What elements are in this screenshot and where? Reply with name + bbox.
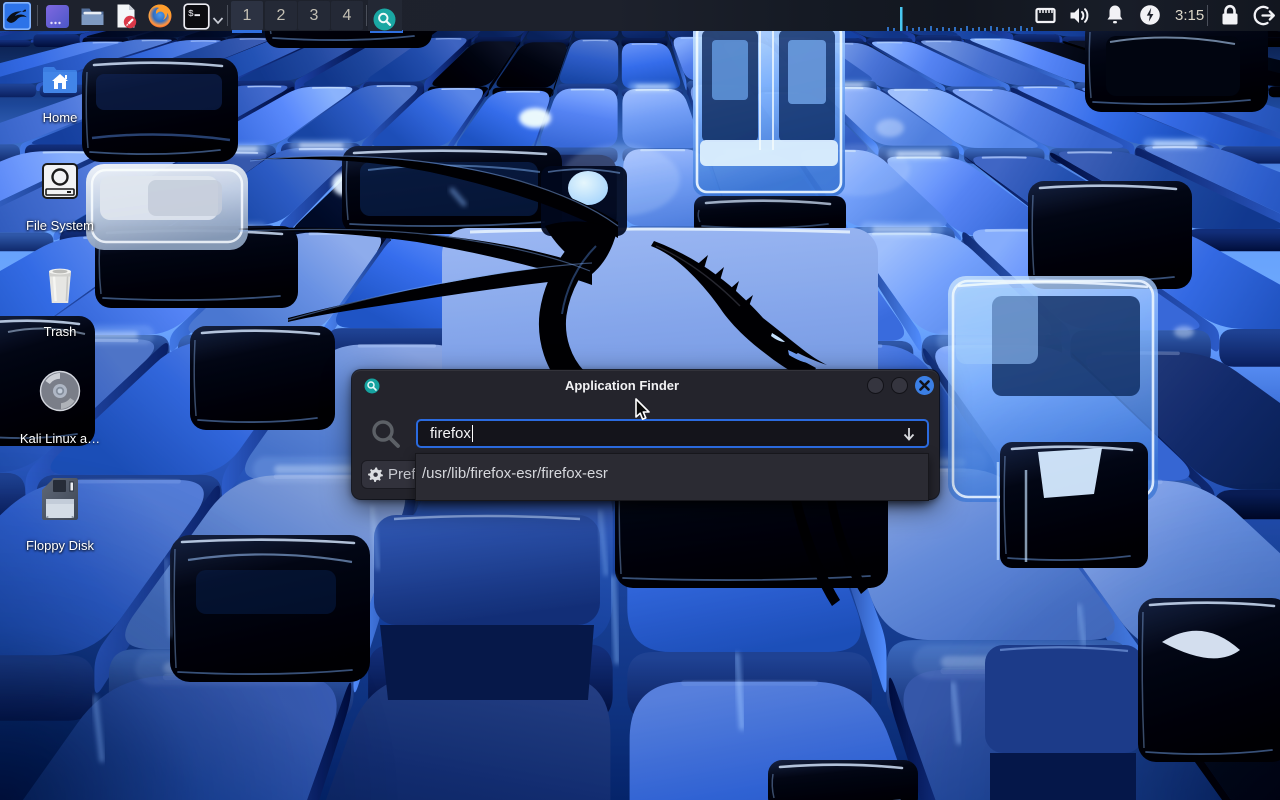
- svg-text:$: $: [188, 8, 194, 19]
